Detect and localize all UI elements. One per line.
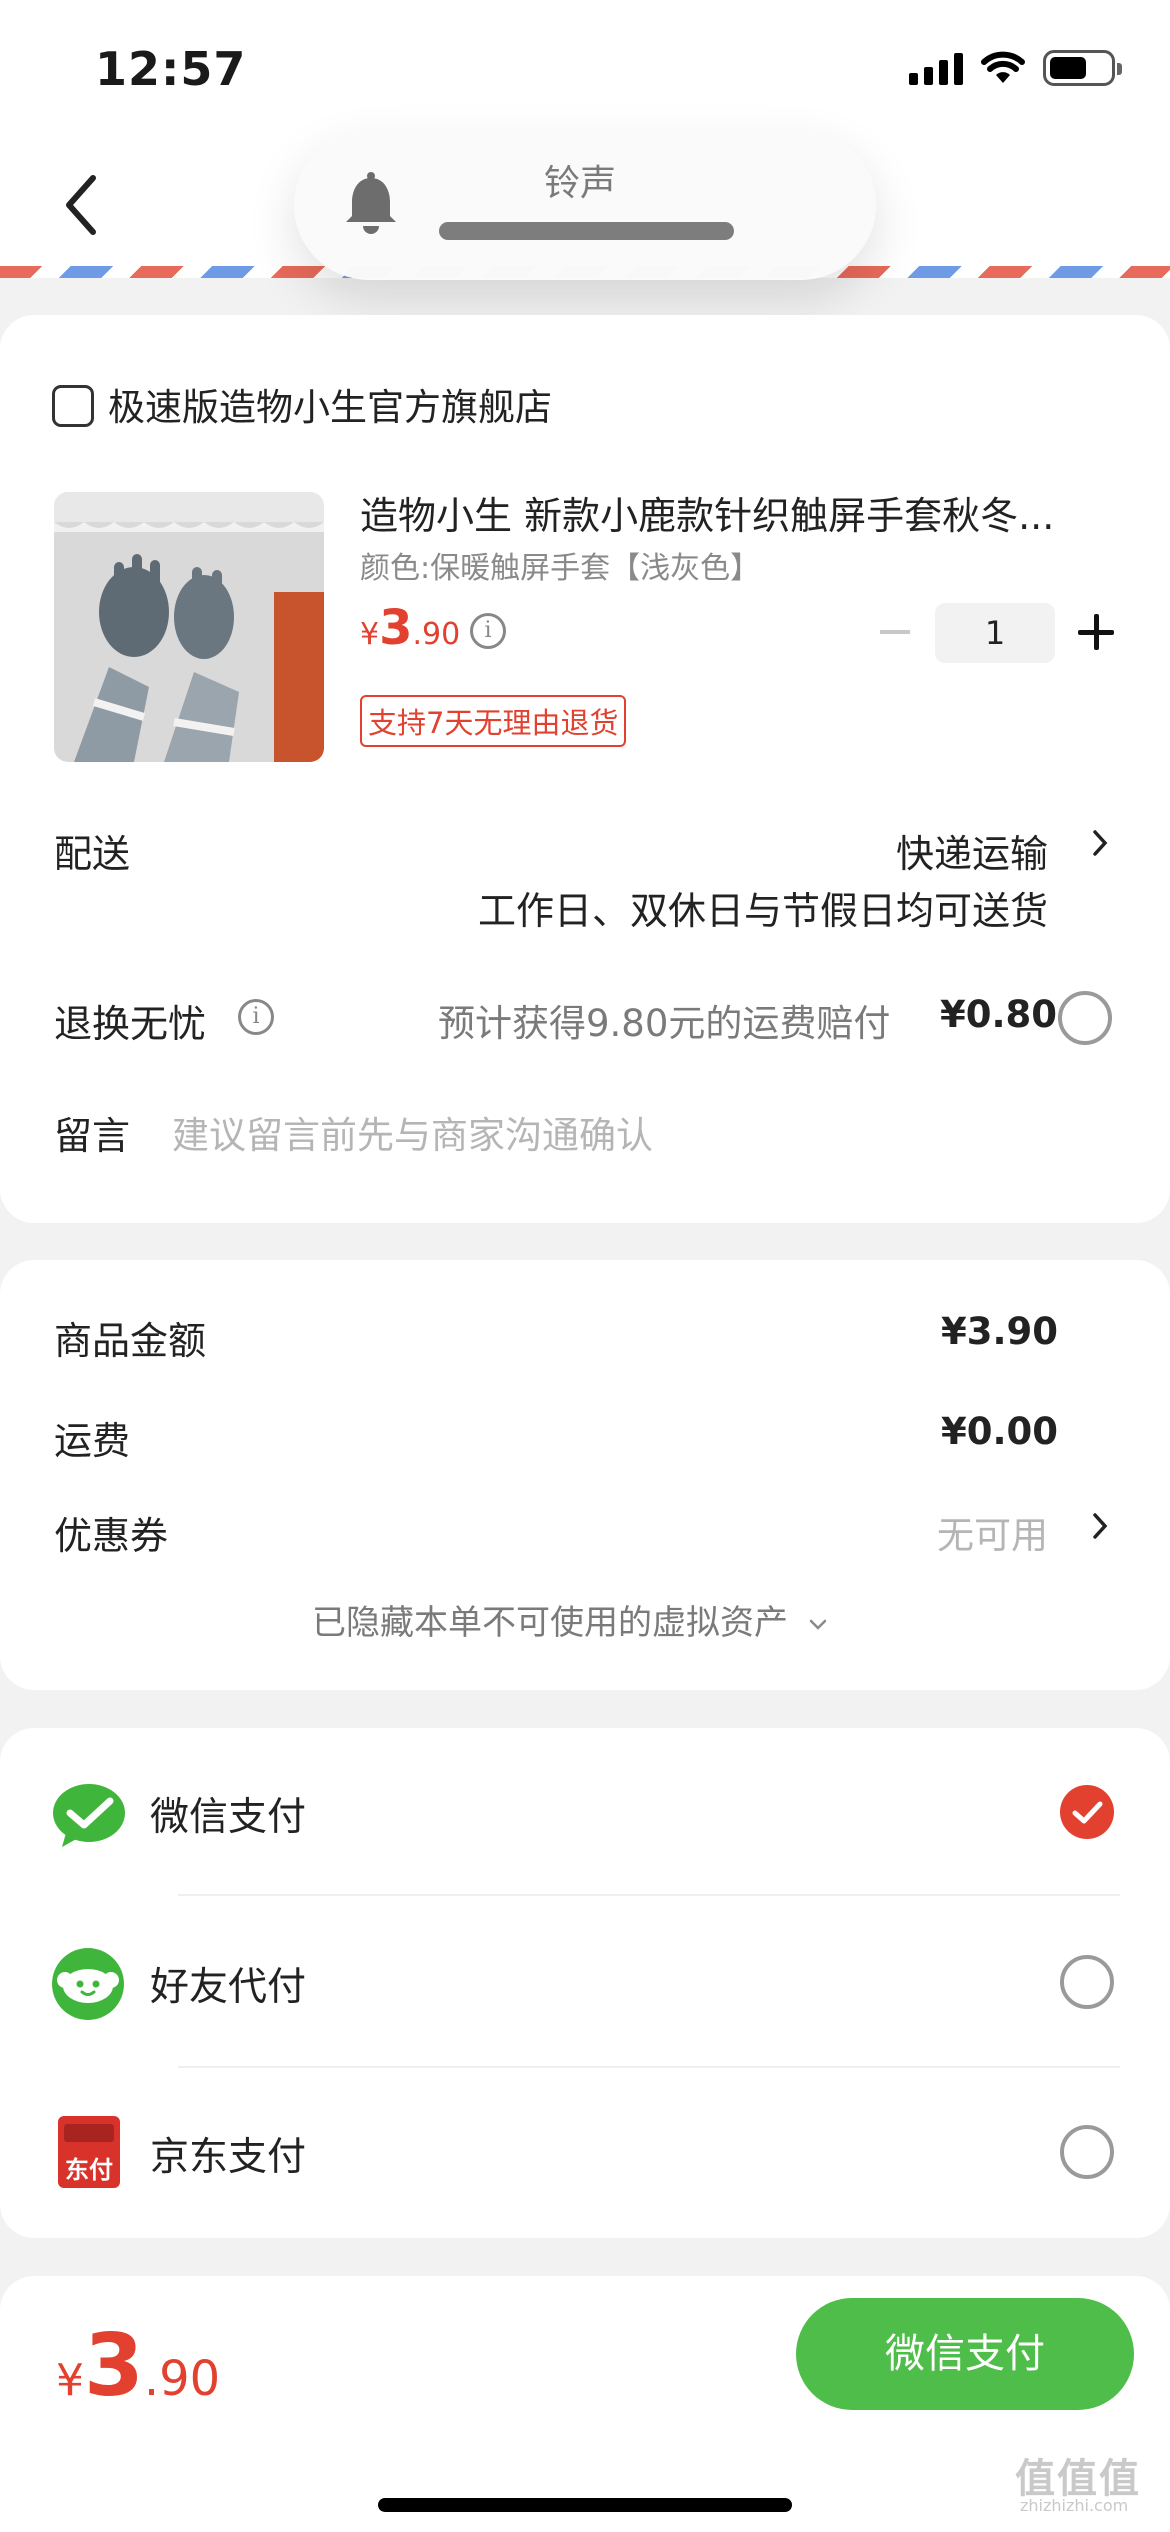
payment-methods-card: 微信支付 好友代付 东付 京东支付 [0,1728,1170,2238]
jd-pay-icon: 东付 [58,2116,120,2188]
payment-option-jd[interactable]: 东付 京东支付 [0,2068,1170,2238]
return-policy-badge: 支持7天无理由退货 [360,695,627,747]
cellular-signal-icon [909,51,963,85]
status-icons [909,50,1122,86]
hidden-assets-toggle[interactable]: 已隐藏本单不可使用的虚拟资产 [312,1595,827,1644]
return-insurance-desc: 预计获得9.80元的运费赔付 [438,1002,891,1045]
total-integer: 3 [84,2316,144,2416]
home-indicator[interactable] [378,2498,792,2512]
wifi-icon [981,51,1025,83]
status-time: 12:57 [95,42,247,96]
price-decimal: .90 [412,617,461,652]
price-currency: ¥ [360,617,380,652]
jd-pay-icon-text: 东付 [65,2156,113,2184]
total-currency: ¥ [56,2355,84,2406]
return-insurance-radio[interactable] [1058,991,1112,1045]
quantity-input[interactable]: 1 [935,603,1055,663]
quantity-increase-button[interactable] [1078,614,1114,650]
divider [178,1894,1120,1896]
return-insurance-label: 退换无忧 [54,1002,207,1046]
payment-radio-friend[interactable] [1060,1955,1114,2009]
return-insurance-price: ¥0.80 [940,993,1058,1036]
message-input[interactable]: 建议留言前先与商家沟通确认 [172,1105,653,1159]
payment-label-wechat: 微信支付 [150,1795,307,1840]
total-price: ¥3.90 [56,2316,220,2416]
price-integer: 3 [379,600,413,656]
chevron-right-icon[interactable] [1092,829,1108,857]
message-label: 留言 [54,1114,131,1158]
order-card: 极速版造物小生官方旗舰店 造物小生 新款小鹿款针织触屏手套秋冬... 颜色:保暖… [0,315,1170,1223]
ringer-label: 铃声 [544,163,617,204]
bell-icon [346,172,396,234]
product-name[interactable]: 造物小生 新款小鹿款针织触屏手套秋冬... [360,485,1054,540]
watermark-sub: zhizhizhi.com [1020,2496,1129,2515]
payment-option-friend[interactable]: 好友代付 [0,1898,1170,2068]
payment-label-friend: 好友代付 [150,1965,307,2010]
goods-amount-label: 商品金额 [54,1319,207,1363]
chevron-right-icon[interactable] [1092,1512,1108,1540]
payment-radio-wechat-checked[interactable] [1060,1785,1114,1839]
quantity-decrease-button[interactable] [880,630,910,634]
return-insurance-info-icon[interactable]: i [238,999,274,1035]
store-name[interactable]: 极速版造物小生官方旗舰店 [108,377,552,431]
product-image[interactable] [54,492,324,762]
product-price: ¥3.90 [360,600,460,656]
delivery-method[interactable]: 快递运输 [896,823,1048,878]
coupon-label: 优惠券 [54,1514,169,1558]
goods-amount-value: ¥3.90 [940,1310,1058,1353]
payment-radio-jd[interactable] [1060,2125,1114,2179]
status-bar: 12:57 [0,0,1170,140]
battery-icon [1043,50,1122,86]
wechat-pay-icon [53,1784,125,1847]
payment-option-wechat[interactable]: 微信支付 [0,1728,1170,1898]
product-spec[interactable]: 颜色:保暖触屏手套【浅灰色】 [360,543,760,587]
payment-label-jd: 京东支付 [150,2135,307,2180]
friend-pay-icon [52,1948,124,2020]
total-decimal: .90 [143,2351,221,2407]
back-icon[interactable] [55,170,115,240]
price-info-icon[interactable]: i [470,613,506,649]
ringer-volume-bar [439,222,734,240]
checkout-bar: ¥3.90 微信支付 值值值 zhizhizhi.com [0,2276,1170,2532]
delivery-label: 配送 [54,832,131,876]
store-icon [52,385,94,427]
hidden-assets-text: 已隐藏本单不可使用的虚拟资产 [312,1603,788,1643]
delivery-note: 工作日、双休日与节假日均可送货 [477,889,1048,933]
shipping-fee-label: 运费 [54,1419,131,1463]
wechat-pay-button[interactable]: 微信支付 [796,2298,1134,2410]
shipping-fee-value: ¥0.00 [940,1410,1058,1453]
chevron-down-icon [809,1619,827,1630]
price-summary-card: 商品金额 ¥3.90 运费 ¥0.00 优惠券 无可用 已隐藏本单不可使用的虚拟… [0,1260,1170,1690]
coupon-value[interactable]: 无可用 [937,1505,1048,1559]
ringer-volume-hud: 铃声 [294,130,876,280]
